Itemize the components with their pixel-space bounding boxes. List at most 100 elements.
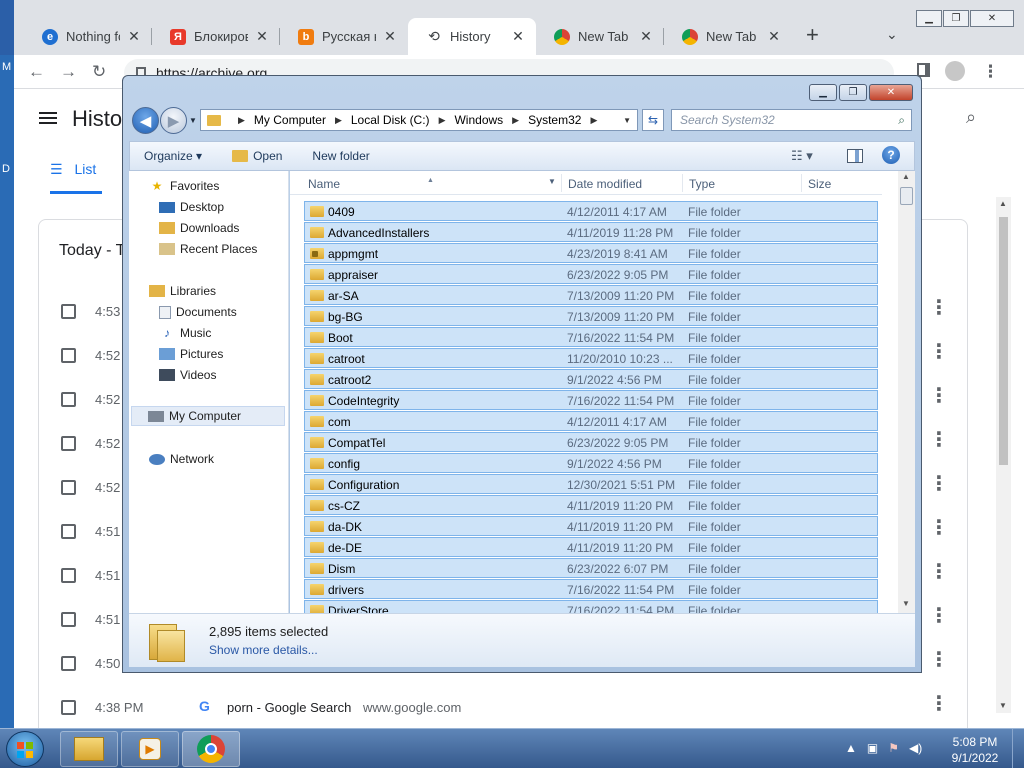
row-checkbox[interactable] bbox=[61, 700, 76, 715]
start-button[interactable] bbox=[6, 731, 44, 767]
row-checkbox[interactable] bbox=[61, 568, 76, 583]
tab-history[interactable]: ⟲ History ✕ bbox=[408, 18, 536, 55]
column-size[interactable]: Size bbox=[808, 177, 831, 191]
minimize-button[interactable]: ▁ bbox=[809, 84, 837, 101]
scroll-up-arrow-icon[interactable]: ▲ bbox=[999, 199, 1007, 208]
tab-nothing-found[interactable]: e Nothing fou ✕ bbox=[24, 18, 152, 55]
column-filter-dropdown-icon[interactable]: ▼ bbox=[548, 177, 556, 186]
row-checkbox[interactable] bbox=[61, 348, 76, 363]
file-row[interactable]: AdvancedInstallers 4/11/2019 11:28 PM File… bbox=[304, 222, 878, 242]
page-scrollbar[interactable]: ▲ ▼ bbox=[996, 197, 1011, 713]
column-date-modified[interactable]: Date modified bbox=[568, 177, 642, 191]
action-center-icon[interactable]: ⚑ bbox=[888, 741, 899, 755]
search-icon[interactable]: ⌕ bbox=[966, 107, 976, 128]
system-clock[interactable]: 5:08 PM 9/1/2022 bbox=[945, 734, 1005, 766]
row-checkbox[interactable] bbox=[61, 524, 76, 539]
file-row[interactable]: CodeIntegrity 7/16/2022 11:54 PM File fold… bbox=[304, 390, 878, 410]
address-bar[interactable]: ▶ My Computer ▶ Local Disk (C:) ▶ Window… bbox=[200, 109, 638, 131]
reload-icon[interactable]: ↻ bbox=[92, 62, 106, 82]
breadcrumb-local-disk[interactable]: Local Disk (C:) bbox=[351, 113, 430, 127]
restore-button[interactable]: ❐ bbox=[943, 10, 969, 27]
menu-icon[interactable]: ⋮ bbox=[982, 62, 999, 82]
more-actions-icon[interactable]: ⋮ bbox=[929, 430, 949, 450]
tab-close-icon[interactable]: ✕ bbox=[254, 28, 270, 45]
scroll-up-arrow-icon[interactable]: ▲ bbox=[902, 172, 910, 181]
change-view-icon[interactable]: ☷ ▾ bbox=[791, 148, 813, 164]
row-checkbox[interactable] bbox=[61, 304, 76, 319]
breadcrumb-separator-icon[interactable]: ▶ bbox=[590, 115, 597, 126]
tab-close-icon[interactable]: ✕ bbox=[126, 28, 142, 45]
breadcrumb-system32[interactable]: System32 bbox=[528, 113, 581, 127]
search-icon[interactable]: ⌕ bbox=[898, 110, 905, 130]
more-actions-icon[interactable]: ⋮ bbox=[929, 518, 949, 538]
recent-pages-dropdown-icon[interactable]: ▼ bbox=[189, 116, 197, 125]
history-entry-title[interactable]: porn - Google Search bbox=[227, 700, 351, 715]
breadcrumb-separator-icon[interactable]: ▶ bbox=[439, 115, 446, 126]
row-checkbox[interactable] bbox=[61, 656, 76, 671]
tab-close-icon[interactable]: ✕ bbox=[510, 28, 526, 45]
file-row[interactable]: ar-SA 7/13/2009 11:20 PM File folder bbox=[304, 285, 878, 305]
file-row[interactable]: Dism 6/23/2022 6:07 PM File folder bbox=[304, 558, 878, 578]
file-row[interactable]: com 4/12/2011 4:17 AM File folder bbox=[304, 411, 878, 431]
open-button[interactable]: Open bbox=[232, 149, 282, 163]
hamburger-menu-icon[interactable] bbox=[39, 109, 57, 127]
more-actions-icon[interactable]: ⋮ bbox=[929, 474, 949, 494]
breadcrumb-my-computer[interactable]: My Computer bbox=[254, 113, 326, 127]
more-actions-icon[interactable]: ⋮ bbox=[929, 606, 949, 626]
taskbar-media-player-button[interactable]: ▶ bbox=[121, 731, 179, 767]
more-actions-icon[interactable]: ⋮ bbox=[929, 342, 949, 362]
back-arrow-icon[interactable]: ← bbox=[28, 62, 45, 82]
tab-close-icon[interactable]: ✕ bbox=[766, 28, 782, 45]
more-actions-icon[interactable]: ⋮ bbox=[929, 562, 949, 582]
nav-my-computer[interactable]: My Computer bbox=[131, 406, 285, 426]
back-button[interactable]: ◀ bbox=[132, 107, 159, 134]
search-input[interactable]: Search System32 ⌕ bbox=[671, 109, 912, 131]
taskbar-explorer-button[interactable] bbox=[60, 731, 118, 767]
row-checkbox[interactable] bbox=[61, 480, 76, 495]
tab-close-icon[interactable]: ✕ bbox=[638, 28, 654, 45]
file-row[interactable]: drivers 7/16/2022 11:54 PM File folder bbox=[304, 579, 878, 599]
address-history-dropdown-icon[interactable]: ▼ bbox=[623, 116, 631, 125]
close-button[interactable]: ✕ bbox=[869, 84, 913, 101]
breadcrumb-separator-icon[interactable]: ▶ bbox=[512, 115, 519, 126]
minimize-button[interactable]: ▁ bbox=[916, 10, 942, 27]
more-actions-icon[interactable]: ⋮ bbox=[929, 386, 949, 406]
nav-network[interactable]: Network bbox=[149, 452, 214, 466]
file-row[interactable]: config 9/1/2022 4:56 PM File folder bbox=[304, 453, 878, 473]
row-checkbox[interactable] bbox=[61, 436, 76, 451]
tab-new-tab[interactable]: New Tab ✕ bbox=[536, 18, 664, 55]
maximize-button[interactable]: ❐ bbox=[839, 84, 867, 101]
file-row[interactable]: catroot2 9/1/2022 4:56 PM File folder bbox=[304, 369, 878, 389]
scroll-thumb[interactable] bbox=[900, 187, 913, 205]
row-checkbox[interactable] bbox=[61, 392, 76, 407]
file-row[interactable]: bg-BG 7/13/2009 11:20 PM File folder bbox=[304, 306, 878, 326]
taskbar-chrome-button[interactable] bbox=[182, 731, 240, 767]
tab-search-icon[interactable]: ⌄ bbox=[886, 26, 898, 43]
new-tab-button[interactable]: + bbox=[806, 24, 819, 46]
nav-favorites[interactable]: ★ Favorites bbox=[149, 179, 220, 193]
nav-recent-places[interactable]: Recent Places bbox=[159, 242, 257, 256]
more-actions-icon[interactable]: ⋮ bbox=[929, 650, 949, 670]
nav-pictures[interactable]: Pictures bbox=[159, 347, 223, 361]
more-actions-icon[interactable]: ⋮ bbox=[929, 298, 949, 318]
more-actions-icon[interactable]: ⋮ bbox=[929, 694, 949, 714]
show-hidden-icons-icon[interactable]: ▲ bbox=[845, 741, 857, 755]
breadcrumb-separator-icon[interactable]: ▶ bbox=[238, 115, 245, 126]
nav-libraries[interactable]: Libraries bbox=[149, 284, 216, 298]
file-list-scrollbar[interactable]: ▲ ▼ bbox=[898, 171, 915, 613]
column-type[interactable]: Type bbox=[689, 177, 715, 191]
column-divider[interactable] bbox=[561, 174, 562, 192]
file-row[interactable]: 0409 4/12/2011 4:17 AM File folder bbox=[304, 201, 878, 221]
organize-button[interactable]: Organize ▾ bbox=[144, 149, 202, 163]
tab-blocking[interactable]: Я Блокировк ✕ bbox=[152, 18, 280, 55]
preview-pane-icon[interactable] bbox=[847, 149, 863, 163]
volume-icon[interactable]: ◀) bbox=[909, 741, 922, 755]
tab-russian-keyboard[interactable]: b Русская кла ✕ bbox=[280, 18, 408, 55]
column-divider[interactable] bbox=[682, 174, 683, 192]
close-button[interactable]: ✕ bbox=[970, 10, 1014, 27]
file-row[interactable]: da-DK 4/11/2019 11:20 PM File folder bbox=[304, 516, 878, 536]
breadcrumb-separator-icon[interactable]: ▶ bbox=[335, 115, 342, 126]
show-more-details-link[interactable]: Show more details... bbox=[209, 643, 318, 657]
row-checkbox[interactable] bbox=[61, 612, 76, 627]
show-desktop-button[interactable] bbox=[1012, 729, 1024, 768]
